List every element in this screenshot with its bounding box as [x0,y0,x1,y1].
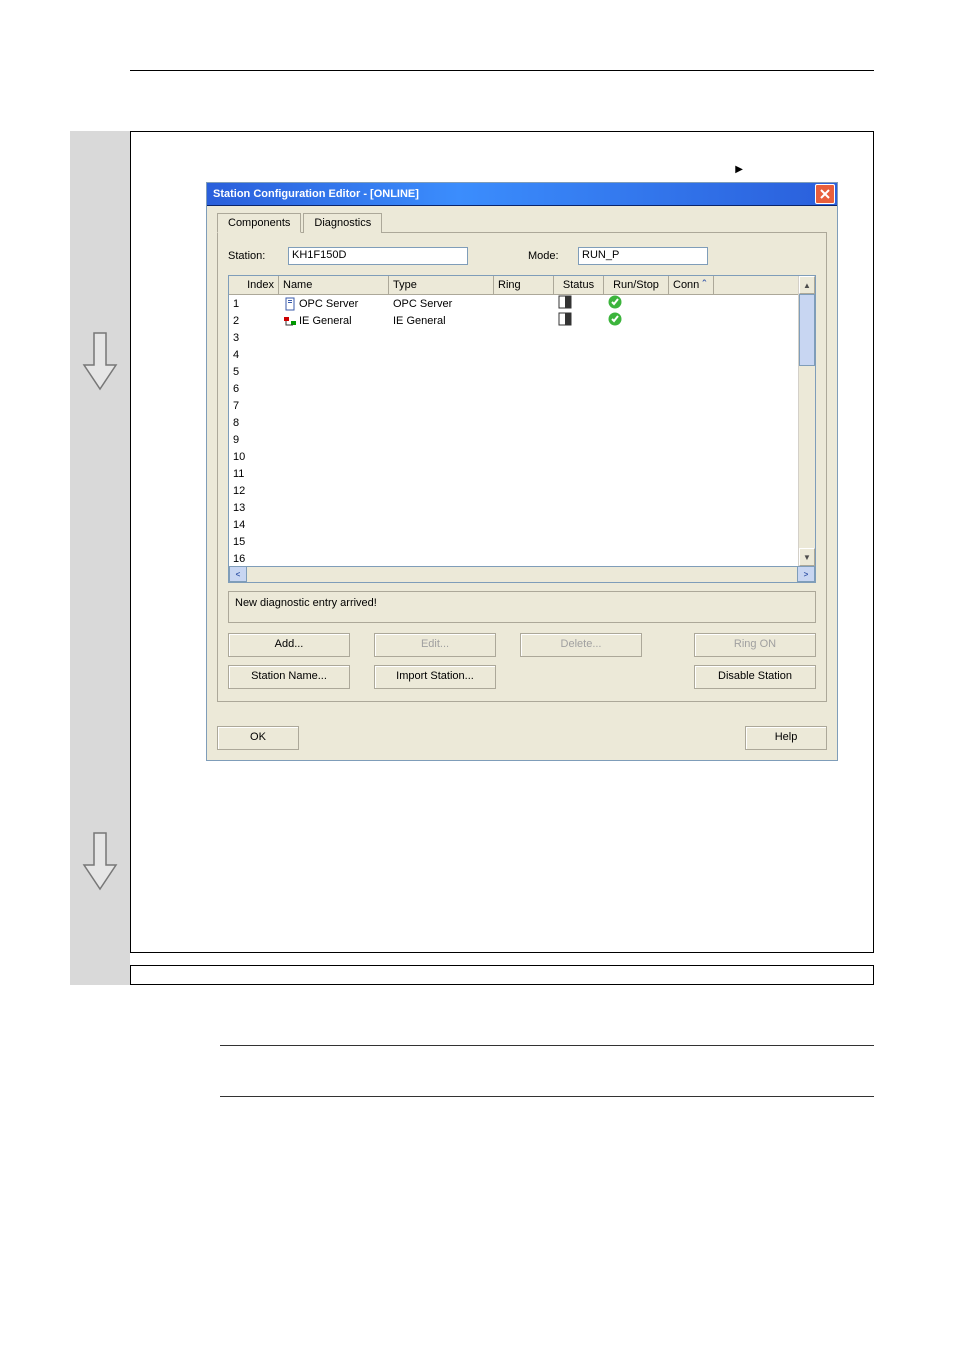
list-header: Index Name Type Ring Status Run/Stop Con… [229,276,798,295]
component-icon [283,314,297,328]
scroll-track[interactable] [799,294,815,548]
diagnostic-message: New diagnostic entry arrived! [228,591,816,623]
cell-index: 9 [229,434,279,446]
table-row[interactable]: 7 [229,397,798,414]
import-station-button[interactable]: Import Station... [374,665,496,689]
titlebar[interactable]: Station Configuration Editor - [ONLINE] [207,183,837,206]
tab-components[interactable]: Components [217,213,301,233]
table-row[interactable]: 3 [229,329,798,346]
component-list[interactable]: Index Name Type Ring Status Run/Stop Con… [228,275,816,567]
caption-frame [130,965,874,985]
table-row[interactable]: 14 [229,516,798,533]
caret-up-icon: ˆ [702,279,706,291]
scroll-left-button[interactable]: < [229,566,247,582]
cell-index: 15 [229,536,279,548]
help-button[interactable]: Help [745,726,827,750]
table-row[interactable]: 12 [229,482,798,499]
cell-name: OPC Server [279,297,389,311]
col-ring[interactable]: Ring [494,276,554,294]
table-row[interactable]: 13 [229,499,798,516]
cell-index: 4 [229,349,279,361]
mode-field[interactable]: RUN_P [578,247,708,265]
cell-index: 12 [229,485,279,497]
cell-index: 16 [229,553,279,565]
status-icon [558,300,572,312]
table-row[interactable]: 10 [229,448,798,465]
window-title: Station Configuration Editor - [ONLINE] [213,188,815,200]
cell-index: 3 [229,332,279,344]
figure-frame: ▶ Station Configuration Editor - [ONLINE… [130,131,874,953]
col-status[interactable]: Status [554,276,604,294]
cell-type: OPC Server [389,298,494,310]
cell-status [554,295,604,312]
component-icon [283,297,297,311]
down-arrow-icon [82,831,118,891]
play-marker-icon: ▶ [735,164,743,175]
cell-index: 13 [229,502,279,514]
cell-runstop [604,295,669,312]
status-icon [558,317,572,329]
tab-diagnostics[interactable]: Diagnostics [303,213,382,233]
cell-index: 14 [229,519,279,531]
scroll-down-button[interactable]: ▼ [799,548,815,566]
tab-bar: Components Diagnostics [217,212,827,233]
cell-index: 2 [229,315,279,327]
scroll-right-button[interactable]: > [797,566,815,582]
ring-on-button[interactable]: Ring ON [694,633,816,657]
delete-button[interactable]: Delete... [520,633,642,657]
table-row[interactable]: 11 [229,465,798,482]
station-name-button[interactable]: Station Name... [228,665,350,689]
col-index[interactable]: Index [229,276,279,294]
cell-runstop [604,312,669,329]
cell-index: 11 [229,468,279,480]
cell-index: 8 [229,417,279,429]
ok-button[interactable]: OK [217,726,299,750]
cell-index: 7 [229,400,279,412]
table-row[interactable]: 5 [229,363,798,380]
mode-label: Mode: [528,250,578,262]
horizontal-scrollbar[interactable]: < > [228,566,816,583]
page-divider [130,70,874,71]
table-row[interactable]: 1OPC ServerOPC Server [229,295,798,312]
cell-name: IE General [279,314,389,328]
col-conn[interactable]: Conn ˆ [669,276,714,294]
body-text-area [220,1045,874,1097]
station-config-editor-dialog: Station Configuration Editor - [ONLINE] … [206,182,838,761]
station-label: Station: [228,250,288,262]
cell-index: 5 [229,366,279,378]
down-arrow-icon [82,331,118,391]
table-row[interactable]: 16 [229,550,798,566]
cell-type: IE General [389,315,494,327]
cell-index: 1 [229,298,279,310]
scroll-thumb[interactable] [799,294,815,366]
components-panel: Station: KH1F150D Mode: RUN_P Index Name… [217,233,827,702]
cell-index: 6 [229,383,279,395]
table-row[interactable]: 9 [229,431,798,448]
text-line [220,1045,874,1046]
run-ok-icon [608,300,622,312]
scroll-up-button[interactable]: ▲ [799,276,815,294]
cell-status [554,312,604,329]
close-button[interactable] [815,184,835,204]
disable-station-button[interactable]: Disable Station [694,665,816,689]
station-field[interactable]: KH1F150D [288,247,468,265]
col-runstop[interactable]: Run/Stop [604,276,669,294]
table-row[interactable]: 6 [229,380,798,397]
table-row[interactable]: 4 [229,346,798,363]
col-name[interactable]: Name [279,276,389,294]
hscroll-track[interactable] [247,566,797,582]
edit-button[interactable]: Edit... [374,633,496,657]
vertical-scrollbar[interactable]: ▲ ▼ [798,276,815,566]
table-row[interactable]: 2IE GeneralIE General [229,312,798,329]
text-line [220,1096,874,1097]
run-ok-icon [608,317,622,329]
table-row[interactable]: 8 [229,414,798,431]
add-button[interactable]: Add... [228,633,350,657]
cell-index: 10 [229,451,279,463]
table-row[interactable]: 15 [229,533,798,550]
col-type[interactable]: Type [389,276,494,294]
